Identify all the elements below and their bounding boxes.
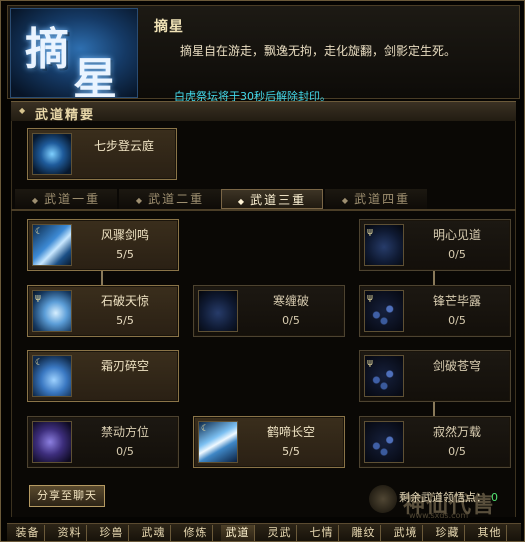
wudao-window: 摘 星 摘星 摘星自在游走，飘逸无拘，走化旋翻，剑影定生死。 白虎祭坛将于30秒… bbox=[0, 0, 525, 542]
tab-tier-3[interactable]: ◆ 武道三重 bbox=[221, 189, 323, 209]
school-title: 摘星 bbox=[154, 19, 184, 35]
skill-level: 0/5 bbox=[448, 445, 466, 458]
skill-card-feng-mang[interactable]: ψ 锋芒毕露 0/5 bbox=[359, 285, 511, 337]
remaining-points-value: 0 bbox=[491, 491, 498, 504]
tab-tier-4[interactable]: ◆ 武道四重 bbox=[325, 189, 427, 209]
diamond-bullet-icon: ◆ bbox=[31, 196, 41, 205]
character-menu-bar: 装备 资料 珍兽 武魂 修炼 武道 灵武 七情 雕纹 武境 珍藏 其他 bbox=[7, 523, 521, 541]
skill-connector bbox=[433, 271, 435, 285]
skill-name: 霜刃碎空 bbox=[100, 359, 149, 373]
skill-level: 5/5 bbox=[116, 314, 134, 327]
school-header: 摘 星 摘星 摘星自在游走，飘逸无拘，走化旋翻，剑影定生死。 白虎祭坛将于30秒… bbox=[7, 5, 520, 103]
skill-level: 5/5 bbox=[282, 445, 300, 458]
tab-label: 武道二重 bbox=[148, 192, 205, 206]
trident-badge-icon: ψ bbox=[367, 227, 373, 237]
diamond-bullet-icon: ◆ bbox=[341, 196, 351, 205]
skill-card-jian-po[interactable]: ψ 剑破苍穹 bbox=[359, 350, 511, 402]
share-to-chat-button[interactable]: 分享至聊天 bbox=[29, 485, 105, 507]
fist-strike-icon: ψ bbox=[32, 290, 72, 332]
purple-figure-icon bbox=[32, 421, 72, 463]
skill-name: 明心见道 bbox=[432, 228, 481, 242]
skill-card-jin-dong[interactable]: 禁动方位 0/5 bbox=[27, 416, 179, 468]
moon-badge-icon: ☾ bbox=[35, 358, 44, 368]
remaining-points: 剩余武道领悟点： 0 bbox=[399, 489, 498, 505]
skill-name: 石破天惊 bbox=[100, 294, 149, 308]
skill-level: 0/5 bbox=[448, 248, 466, 261]
menu-tab-engraving[interactable]: 雕纹 bbox=[347, 525, 381, 541]
emblem-char-1: 摘 bbox=[25, 24, 69, 75]
tab-underline bbox=[11, 209, 516, 211]
skill-card-ming-xin[interactable]: ψ 明心见道 0/5 bbox=[359, 219, 511, 271]
school-description: 摘星自在游走，飘逸无拘，走化旋翻，剑影定生死。 bbox=[180, 44, 457, 58]
menu-tab-emotions[interactable]: 七情 bbox=[305, 525, 339, 541]
tab-label: 武道一重 bbox=[44, 192, 101, 206]
sword-gust-icon: ☾ bbox=[32, 224, 72, 266]
menu-tab-equipment[interactable]: 装备 bbox=[11, 525, 45, 541]
diamond-bullet-icon: ◆ bbox=[135, 196, 145, 205]
skill-card-han-chan[interactable]: 寒缠破 0/5 bbox=[193, 285, 345, 337]
skill-card-shi-po[interactable]: ψ 石破天惊 5/5 bbox=[27, 285, 179, 337]
diamond-bullet-icon: ◆ bbox=[19, 106, 26, 115]
trident-badge-icon: ψ bbox=[35, 293, 41, 303]
emblem-char-2: 星 bbox=[73, 54, 117, 98]
skill-card-shuang-ren[interactable]: ☾ 霜刃碎空 bbox=[27, 350, 179, 402]
skill-connector bbox=[101, 271, 103, 285]
tab-tier-2[interactable]: ◆ 武道二重 bbox=[119, 189, 221, 209]
menu-tab-pets[interactable]: 珍兽 bbox=[95, 525, 129, 541]
core-skill-name: 七步登云庭 bbox=[93, 139, 154, 153]
blue-dots-icon bbox=[364, 421, 404, 463]
skill-name: 鹤啼长空 bbox=[266, 425, 315, 439]
remaining-points-label: 剩余武道领悟点： bbox=[399, 491, 487, 504]
skill-name: 禁动方位 bbox=[100, 425, 149, 439]
menu-tab-martial-realm[interactable]: 武境 bbox=[389, 525, 423, 541]
skill-level: 5/5 bbox=[116, 248, 134, 261]
school-emblem: 摘 星 bbox=[10, 8, 138, 98]
skill-name: 锋芒毕露 bbox=[432, 294, 481, 308]
wave-icon: ☾ bbox=[198, 421, 238, 463]
section-bar: ◆ 武道精要 bbox=[11, 101, 516, 123]
tab-tier-1[interactable]: ◆ 武道一重 bbox=[15, 189, 117, 209]
skill-connector bbox=[433, 402, 435, 416]
menu-tab-wudao[interactable]: 武道 bbox=[221, 525, 255, 541]
blue-dots-icon: ψ bbox=[364, 290, 404, 332]
skill-level: 0/5 bbox=[282, 314, 300, 327]
blue-dots-icon: ψ bbox=[364, 355, 404, 397]
moon-badge-icon: ☾ bbox=[35, 227, 44, 237]
skill-card-he-ti[interactable]: ☾ 鹤啼长空 5/5 bbox=[193, 416, 345, 468]
skill-card-feng-zhou[interactable]: ☾ 风骤剑鸣 5/5 bbox=[27, 219, 179, 271]
skill-card-ji-ran[interactable]: 寂然万载 0/5 bbox=[359, 416, 511, 468]
skill-level: 0/5 bbox=[116, 445, 134, 458]
skill-name: 寂然万载 bbox=[432, 425, 481, 439]
menu-tab-other[interactable]: 其他 bbox=[473, 525, 507, 541]
watermark-url: www.sxds.com bbox=[409, 511, 469, 520]
dark-figure-icon: ψ bbox=[364, 224, 404, 266]
trident-badge-icon: ψ bbox=[367, 358, 373, 368]
moon-badge-icon: ☾ bbox=[201, 424, 210, 434]
menu-tab-cultivation[interactable]: 修炼 bbox=[179, 525, 213, 541]
skill-name: 剑破苍穹 bbox=[432, 359, 481, 373]
core-skill-card[interactable]: 七步登云庭 bbox=[27, 128, 177, 180]
diamond-bullet-icon: ◆ bbox=[237, 197, 247, 206]
trident-badge-icon: ψ bbox=[367, 293, 373, 303]
watermark-logo-icon bbox=[369, 485, 397, 513]
skill-level: 0/5 bbox=[448, 314, 466, 327]
skill-name: 风骤剑鸣 bbox=[100, 228, 149, 242]
menu-tab-spirit-weapon[interactable]: 灵武 bbox=[263, 525, 297, 541]
frost-hand-icon: ☾ bbox=[32, 355, 72, 397]
menu-tab-profile[interactable]: 资料 bbox=[53, 525, 87, 541]
menu-tab-collection[interactable]: 珍藏 bbox=[431, 525, 465, 541]
tier-tabs: ◆ 武道一重 ◆ 武道二重 ◆ 武道三重 ◆ 武道四重 bbox=[11, 189, 516, 211]
menu-tab-martial-soul[interactable]: 武魂 bbox=[137, 525, 171, 541]
tab-label: 武道三重 bbox=[250, 193, 307, 207]
dark-swirl-icon bbox=[198, 290, 238, 332]
tab-label: 武道四重 bbox=[354, 192, 411, 206]
skill-name: 寒缠破 bbox=[272, 294, 309, 308]
lightning-figure-icon bbox=[32, 133, 72, 175]
